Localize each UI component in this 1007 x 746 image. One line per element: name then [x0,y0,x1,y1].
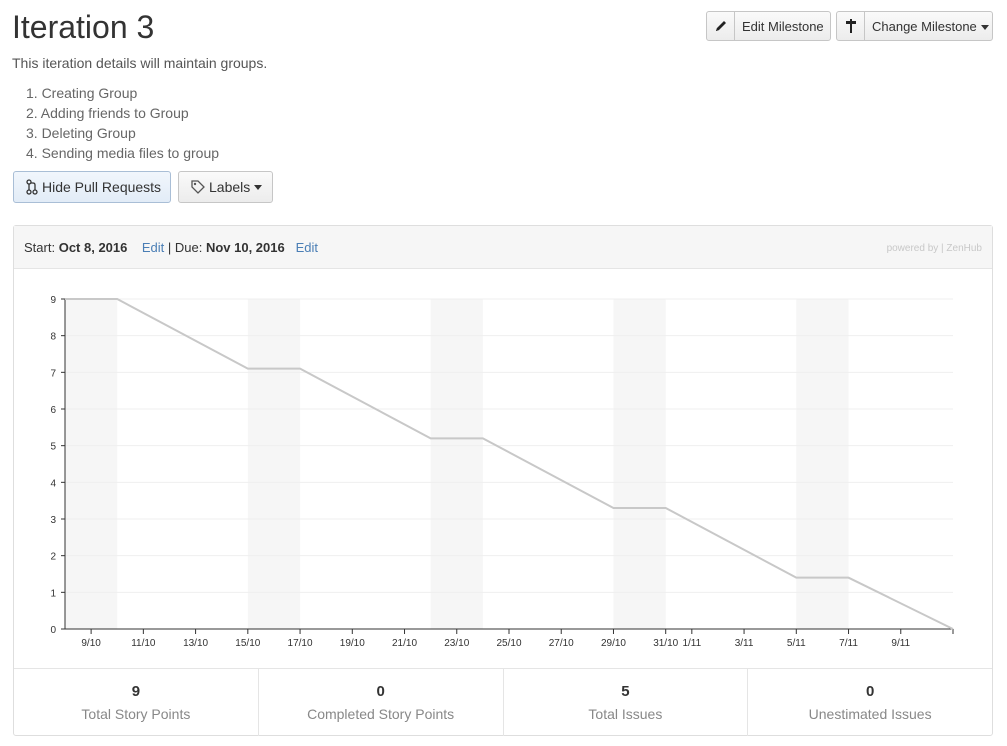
y-tick-label: 5 [50,442,56,453]
zenhub-logo: ZenHub [946,243,982,254]
y-tick-label: 1 [50,588,56,599]
x-tick-label: 11/10 [131,638,156,649]
stat-label: Completed Story Points [307,706,455,722]
y-tick-label: 0 [50,625,56,636]
x-tick-label: 3/11 [735,638,754,649]
y-tick-label: 6 [50,405,56,416]
burndown-panel: Start: Oct 8, 2016 Edit | Due: Nov 10, 2… [13,225,993,736]
x-tick-label: 17/10 [288,638,313,649]
change-milestone-text: Change Milestone [872,18,977,34]
list-item: 1. Creating Group [26,85,138,101]
x-tick-label: 15/10 [235,638,260,649]
x-tick-label: 19/10 [340,638,365,649]
pencil-icon [707,12,735,40]
y-tick-label: 7 [50,368,56,379]
due-date: Nov 10, 2016 [205,239,285,255]
due-label: Due: [174,239,203,255]
y-tick-label: 9 [50,295,56,306]
powered-by-text: powered by [886,243,939,254]
edit-due-link[interactable]: Edit [296,240,318,255]
signpost-icon [837,12,865,40]
chevron-down-icon [980,24,989,30]
page-title: Iteration 3 [12,9,155,45]
edit-start-link[interactable]: Edit [142,240,164,255]
y-tick-label: 2 [50,552,56,563]
stat-unestimated-issues: 0 Unestimated Issues [748,669,992,736]
x-tick-label: 31/10 [653,638,678,649]
y-tick-label: 4 [50,478,56,489]
stat-label: Total Issues [588,706,663,722]
stat-completed-story-points: 0 Completed Story Points [259,669,504,736]
x-tick-label: 21/10 [392,638,417,649]
stat-label: Total Story Points [81,706,191,722]
tag-icon [179,172,209,202]
weekend-band [247,299,301,629]
x-tick-label: 27/10 [549,638,574,649]
stat-label: Unestimated Issues [808,706,932,722]
x-tick-label: 1/11 [682,638,701,649]
labels-label: Labels [209,179,251,195]
x-tick-label: 9/11 [891,638,910,649]
powered-by-zenhub: powered by | ZenHub [886,243,982,254]
burndown-chart: 0 1 2 3 4 5 6 7 8 9 9/10 11/10 13/10 15/10 17/10 19/10 2… [50,295,954,649]
stat-total-issues: 5 Total Issues [504,669,749,736]
list-item: 4. Sending media files to group [26,145,220,161]
date-separator: | [167,239,172,255]
x-tick-label: 25/10 [496,638,521,649]
list-item: 2. Adding friends to Group [26,105,189,121]
y-tick-label: 3 [50,515,56,526]
edit-milestone-button[interactable]: Edit Milestone [706,11,831,41]
x-tick-label: 13/10 [183,638,208,649]
stat-value: 0 [376,683,385,700]
stat-value: 0 [865,683,875,700]
pull-request-icon [14,172,42,202]
weekend-band [796,299,849,629]
stats-row: 9 Total Story Points 0 Completed Story P… [14,668,992,736]
x-tick-label: 5/11 [787,638,806,649]
stat-value: 5 [621,683,630,700]
milestone-dates-bar: Start: Oct 8, 2016 Edit | Due: Nov 10, 2… [14,226,992,269]
start-label: Start: [24,239,56,255]
stat-value: 9 [131,683,141,700]
y-tick-label: 8 [50,332,56,343]
hide-pull-requests-label: Hide Pull Requests [42,179,162,195]
start-date: Oct 8, 2016 [58,239,128,255]
weekend-band [613,299,666,629]
change-milestone-label: Change Milestone [865,19,989,34]
milestone-description: This iteration details will maintain gro… [12,55,268,71]
milestone-steps-list: 1. Creating Group 2. Adding friends to G… [26,85,219,165]
chevron-down-icon [254,184,263,190]
change-milestone-button[interactable]: Change Milestone [836,11,993,41]
weekend-band [65,299,118,629]
hide-pull-requests-button[interactable]: Hide Pull Requests [13,171,171,203]
labels-dropdown-button[interactable]: Labels [178,171,273,203]
x-tick-label: 23/10 [444,638,469,649]
list-item: 3. Deleting Group [26,125,136,141]
edit-milestone-label: Edit Milestone [742,18,824,34]
stat-total-story-points: 9 Total Story Points [14,669,259,736]
x-tick-label: 29/10 [601,638,626,649]
x-tick-label: 7/11 [839,638,858,649]
x-tick-label: 9/10 [81,638,101,649]
weekend-band [430,299,483,629]
